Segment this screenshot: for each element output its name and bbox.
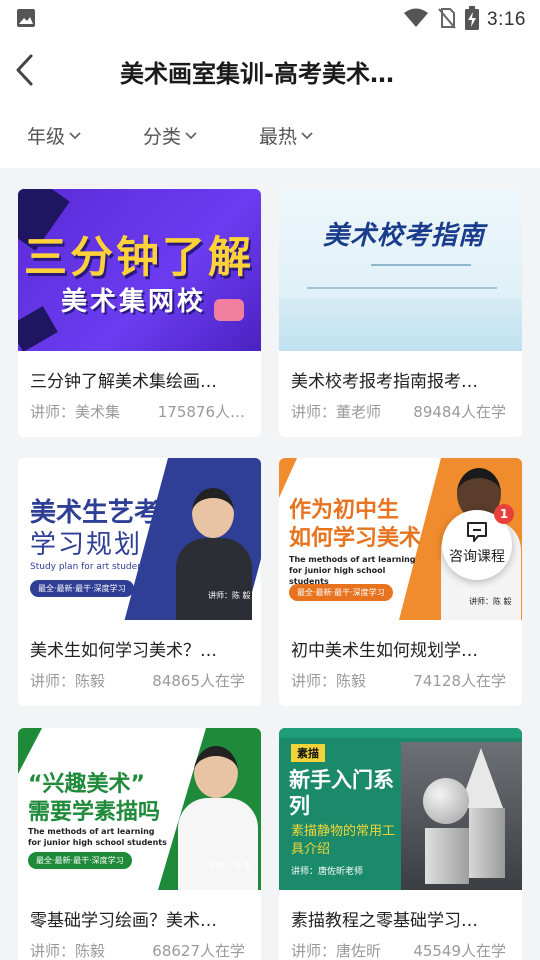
chat-bubble-icon: [467, 522, 487, 542]
thumb-subheadline: 需要学素描吗: [28, 800, 161, 825]
chevron-down-icon: [185, 131, 197, 139]
course-thumbnail: “兴趣美术” 需要学素描吗 The methods of art learnin…: [18, 728, 261, 890]
thumb-headline: 三分钟了解: [24, 233, 254, 283]
thumb-subheadline: 美术集网校: [61, 287, 207, 317]
thumb-english: Study plan for art students: [30, 562, 152, 572]
filter-hottest[interactable]: 最热: [259, 122, 313, 149]
thumb-headline-2: 列: [289, 794, 310, 818]
course-learner-count: 89484人在学: [413, 403, 506, 421]
filter-grade[interactable]: 年级: [27, 122, 81, 149]
thumb-teacher: 讲师：陈 毅: [210, 861, 253, 870]
header: 美术画室集训-高考美术…: [0, 36, 540, 104]
course-thumbnail: 美术校考指南: [279, 189, 522, 351]
course-card[interactable]: 三分钟了解 美术集网校 三分钟了解美术集绘画… 讲师：美术集 175876人…: [18, 189, 261, 437]
filter-label: 年级: [27, 126, 66, 148]
gallery-notification-icon: [16, 8, 36, 32]
course-learner-count: 68627人在学: [152, 942, 245, 960]
filter-category[interactable]: 分类: [143, 122, 197, 149]
thumb-tag: 素描: [291, 744, 325, 762]
filter-label: 分类: [143, 126, 182, 148]
course-teacher: 讲师：陈毅: [30, 672, 106, 690]
thumb-subheadline-2: 具介绍: [291, 842, 331, 857]
thumb-tag: 最全·最新·最干·深度学习: [28, 852, 132, 869]
course-thumbnail: 美术生艺考 学习规划 Study plan for art students 最…: [18, 458, 261, 620]
thumb-headline: 美术校考指南: [323, 221, 486, 251]
thumb-teacher: 讲师：陈 毅: [208, 591, 251, 600]
consult-label: 咨询课程: [449, 549, 505, 565]
filter-bar: 年级 分类 最热: [0, 104, 540, 168]
course-title: 零基础学习绘画？美术…: [30, 911, 217, 931]
notification-badge: 1: [494, 504, 514, 524]
no-sim-icon: [437, 7, 457, 33]
course-card[interactable]: 素描 新手入门系 列 素描静物的常用工 具介绍 讲师：唐佐昕老师 素描教程之零基…: [279, 728, 522, 960]
course-learner-count: 74128人在学: [413, 672, 506, 690]
course-title: 美术校考报考指南报考…: [291, 372, 478, 392]
wifi-icon: [403, 7, 429, 33]
status-time: 3:16: [487, 9, 526, 30]
course-title: 三分钟了解美术集绘画…: [30, 372, 217, 392]
course-teacher: 讲师：美术集: [30, 403, 121, 421]
back-button[interactable]: [4, 50, 44, 90]
course-learner-count: 175876人…: [157, 403, 245, 421]
course-teacher: 讲师：唐佐昕: [291, 942, 382, 960]
page-title: 美术画室集训-高考美术…: [120, 60, 394, 88]
chevron-left-icon: [16, 54, 33, 86]
course-teacher: 讲师：董老师: [291, 403, 382, 421]
course-card[interactable]: 美术生艺考 学习规划 Study plan for art students 最…: [18, 458, 261, 706]
plaster-shapes: [419, 748, 519, 888]
thumb-teacher: 讲师：陈 毅: [469, 597, 512, 606]
thumb-english: The methods of art learning for junior h…: [28, 827, 167, 847]
thumb-tag: 最全·最新·最干·深度学习: [30, 580, 134, 597]
course-title: 素描教程之零基础学习…: [291, 911, 478, 931]
thumb-subheadline: 学习规划: [30, 530, 143, 560]
chevron-down-icon: [69, 131, 81, 139]
status-bar: 3:16: [0, 0, 540, 36]
course-learner-count: 45549人在学: [413, 942, 506, 960]
consult-course-button[interactable]: 咨询课程 1: [442, 504, 514, 580]
course-teacher: 讲师：陈毅: [30, 942, 106, 960]
course-thumbnail: 素描 新手入门系 列 素描静物的常用工 具介绍 讲师：唐佐昕老师: [279, 728, 522, 890]
filter-label: 最热: [259, 126, 298, 148]
thumb-english: The methods of art learning for junior h…: [289, 555, 416, 586]
course-card[interactable]: 作为初中生 如何学习美术 The methods of art learning…: [279, 458, 522, 706]
course-thumbnail: 三分钟了解 美术集网校: [18, 189, 261, 351]
course-title: 初中美术生如何规划学…: [291, 641, 478, 661]
battery-charging-icon: [465, 6, 480, 34]
course-learner-count: 84865人在学: [152, 672, 245, 690]
course-card[interactable]: 美术校考指南 美术校考报考指南报考… 讲师：董老师 89484人在学: [279, 189, 522, 437]
course-card[interactable]: “兴趣美术” 需要学素描吗 The methods of art learnin…: [18, 728, 261, 960]
chevron-down-icon: [301, 131, 313, 139]
thumb-teacher: 讲师：唐佐昕老师: [291, 867, 364, 877]
course-teacher: 讲师：陈毅: [291, 672, 367, 690]
thumb-subheadline: 如何学习美术: [289, 526, 422, 551]
course-title: 美术生如何学习美术？…: [30, 641, 217, 661]
thumb-subheadline: 素描静物的常用工: [291, 824, 396, 839]
thumb-tag: 最全·最新·最干·深度学习: [289, 584, 393, 601]
